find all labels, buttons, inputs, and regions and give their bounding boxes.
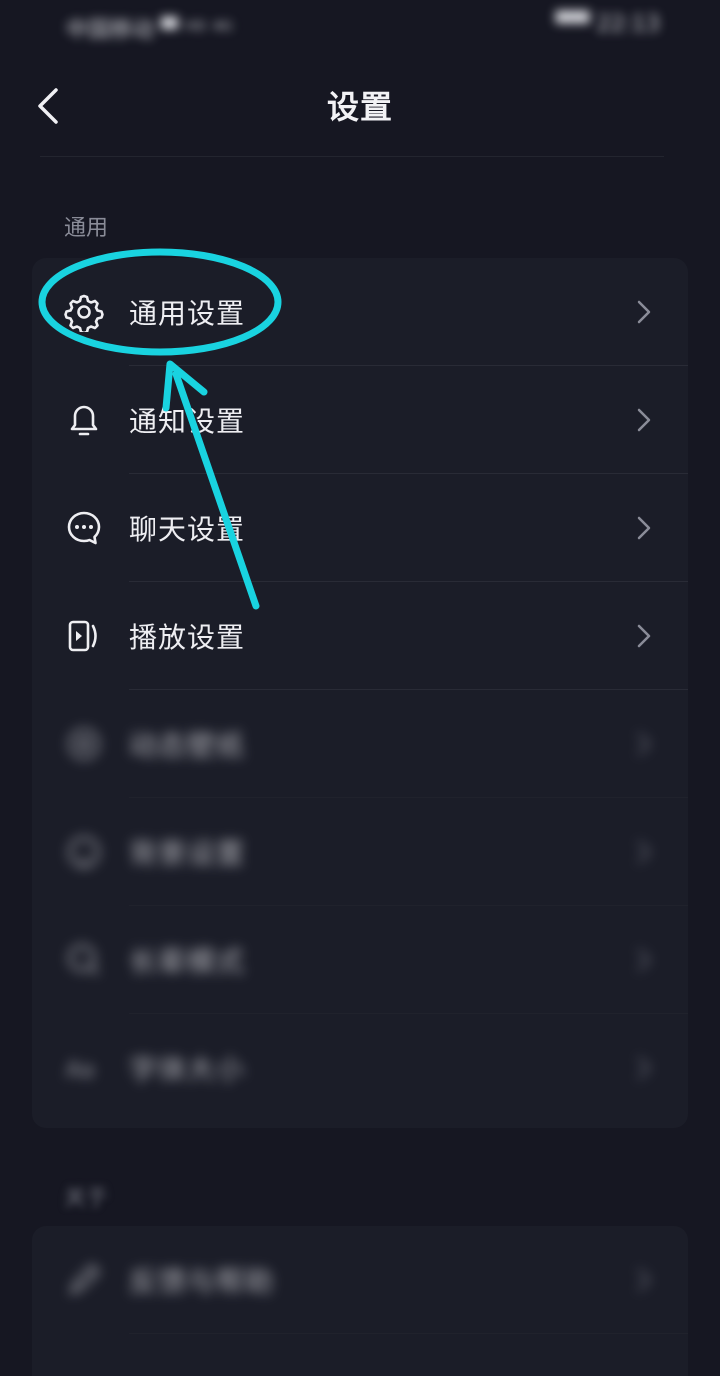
settings-item-background[interactable]: 背景设置 [32, 798, 688, 906]
settings-item-label: 字体大小 [129, 1053, 246, 1086]
svg-text:Aa: Aa [66, 1058, 95, 1083]
status-bar: 中国移动 ▀ ᴴᴰ ⁴ᴳ ▀▀ 22:13 [0, 0, 720, 56]
chevron-right-icon [632, 728, 656, 760]
settings-screen: 中国移动 ▀ ᴴᴰ ⁴ᴳ ▀▀ 22:13 设置 通用 通用设置 通知设置 聊天… [0, 0, 720, 1376]
chevron-right-icon [632, 1052, 656, 1084]
settings-item-label: 通用设置 [129, 297, 246, 330]
settings-item-chat[interactable]: 聊天设置 [32, 474, 688, 582]
elder-mode-icon [62, 938, 106, 982]
chevron-right-icon [632, 404, 656, 436]
settings-item-wallpaper[interactable]: 动态壁纸 [32, 690, 688, 798]
settings-item-label: 动态壁纸 [129, 729, 246, 762]
gear-icon [62, 290, 106, 334]
chevron-right-icon [632, 296, 656, 328]
chevron-right-icon [632, 1264, 656, 1296]
chevron-right-icon [632, 512, 656, 544]
bell-icon [62, 398, 106, 442]
settings-item-label: 背景设置 [129, 837, 246, 870]
settings-item-font-size[interactable]: Aa 字体大小 [32, 1014, 688, 1122]
palette-icon [62, 830, 106, 874]
status-time: ▀▀ 22:13 [555, 12, 660, 37]
chevron-right-icon [632, 620, 656, 652]
page-title: 设置 [326, 88, 393, 126]
play-screen-icon [62, 614, 106, 658]
settings-card-about: 反馈与帮助 [32, 1226, 688, 1376]
settings-item-elder-mode[interactable]: 长辈模式 [32, 906, 688, 1014]
nav-divider [40, 156, 664, 157]
section-label-general: 通用 [64, 216, 109, 241]
settings-item-feedback[interactable]: 反馈与帮助 [32, 1226, 688, 1334]
chevron-right-icon [632, 944, 656, 976]
row-divider [129, 1333, 688, 1334]
settings-item-general[interactable]: 通用设置 [32, 258, 688, 366]
settings-item-label: 通知设置 [129, 405, 246, 438]
font-size-icon: Aa [62, 1046, 106, 1090]
carrier-text: 中国移动 ▀ ᴴᴰ ⁴ᴳ [66, 18, 233, 43]
wallpaper-icon [62, 722, 106, 766]
section-label-about: 关于 [64, 1186, 109, 1211]
chevron-right-icon [632, 836, 656, 868]
settings-card-general: 通用设置 通知设置 聊天设置 播放设置 动态壁纸 背景设置 长辈模式 Aa 字体… [32, 258, 688, 1128]
feedback-icon [62, 1258, 106, 1302]
chat-bubble-icon [62, 506, 106, 550]
settings-item-label: 播放设置 [129, 621, 246, 654]
settings-item-notification[interactable]: 通知设置 [32, 366, 688, 474]
settings-item-label: 反馈与帮助 [129, 1265, 275, 1298]
settings-item-label: 聊天设置 [129, 513, 246, 546]
nav-bar: 设置 [0, 60, 720, 152]
settings-item-label: 长辈模式 [129, 945, 246, 978]
settings-item-playback[interactable]: 播放设置 [32, 582, 688, 690]
